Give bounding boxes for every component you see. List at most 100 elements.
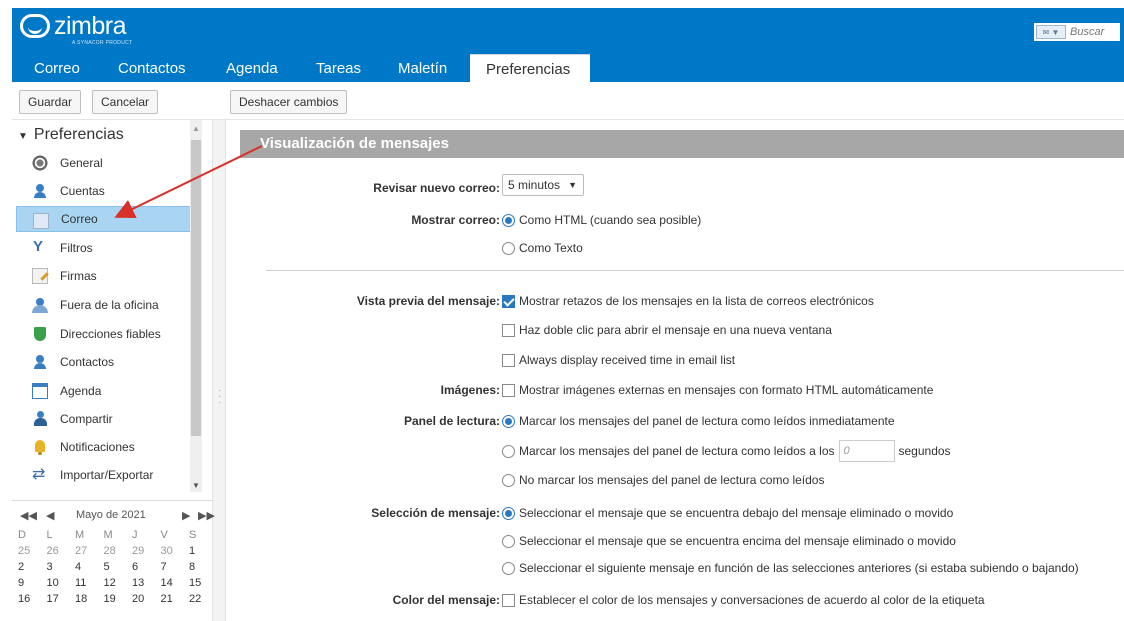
scroll-down-icon[interactable]: ▼ [192, 481, 200, 490]
tab-contactos[interactable]: Contactos [110, 54, 194, 82]
radio-button[interactable] [502, 473, 515, 487]
calendar-day[interactable]: 18 [75, 593, 104, 609]
sidebar-item-correo[interactable]: Correo [16, 206, 202, 232]
radio-mark-after-seconds[interactable]: Marcar los mensajes del panel de lectura… [502, 440, 951, 462]
calendar-day[interactable]: 8 [189, 561, 218, 577]
calendar-day[interactable]: 27 [75, 545, 104, 561]
sidebar-item-contactos[interactable]: Contactos [16, 349, 202, 375]
calendar-month-label[interactable]: Mayo de 2021 [76, 509, 146, 521]
search-input[interactable] [1070, 26, 1120, 38]
option-label: Seleccionar el mensaje que se encuentra … [519, 506, 954, 520]
calendar-day[interactable]: 6 [132, 561, 161, 577]
tab-preferencias[interactable]: Preferencias [470, 54, 590, 82]
sidebar-item-notificaciones[interactable]: Notificaciones [16, 434, 202, 460]
splitter-grip[interactable]: · · · [218, 386, 221, 408]
seconds-input[interactable]: 0 [838, 440, 895, 462]
calendar-day[interactable]: 17 [47, 593, 76, 609]
checkbox[interactable] [502, 323, 515, 337]
next-year-button[interactable]: ▶▶ [198, 509, 215, 522]
sidebar-item-importar-exportar[interactable]: Importar/Exportar [16, 462, 202, 488]
calendar-day[interactable]: 3 [47, 561, 76, 577]
calendar-day[interactable]: 25 [18, 545, 47, 561]
sidebar-item-general[interactable]: General [16, 150, 202, 176]
tab-agenda[interactable]: Agenda [218, 54, 286, 82]
prev-year-button[interactable]: ◀◀ [20, 509, 37, 522]
checkbox-snippets[interactable]: Mostrar retazos de los mensajes en la li… [502, 294, 874, 308]
calendar-day[interactable]: 4 [75, 561, 104, 577]
sidebar-title[interactable]: ▼ Preferencias [18, 126, 124, 144]
cancel-button[interactable]: Cancelar [92, 90, 159, 114]
radio-html[interactable]: Como HTML (cuando sea posible) [502, 213, 701, 227]
prev-month-button[interactable]: ◀ [46, 509, 54, 522]
checkbox-tag-color[interactable]: Establecer el color de los mensajes y co… [502, 593, 985, 607]
radio-text[interactable]: Como Texto [502, 241, 583, 255]
calendar-day[interactable]: 26 [47, 545, 76, 561]
sidebar-scrollbar[interactable]: ▲ ▼ [190, 120, 202, 492]
radio-select-above[interactable]: Seleccionar el mensaje que se encuentra … [502, 534, 956, 548]
checkbox[interactable] [502, 383, 515, 397]
calendar-day[interactable]: 14 [161, 577, 190, 593]
radio-button[interactable] [502, 534, 515, 548]
checkbox[interactable] [502, 294, 515, 308]
calendar-day[interactable]: 5 [104, 561, 133, 577]
radio-select-adaptive[interactable]: Seleccionar el siguiente mensaje en func… [502, 561, 1079, 575]
calendar-day[interactable]: 22 [189, 593, 218, 609]
radio-button[interactable] [502, 241, 515, 255]
collapse-triangle-icon[interactable]: ▼ [18, 131, 28, 142]
tab-maletin[interactable]: Maletín [390, 54, 455, 82]
radio-button[interactable] [502, 414, 515, 428]
calendar-day[interactable]: 29 [132, 545, 161, 561]
calendar-day[interactable]: 30 [161, 545, 190, 561]
scrollbar-thumb[interactable] [191, 140, 201, 436]
sidebar-item-direcciones-fiables[interactable]: Direcciones fiables [16, 321, 202, 347]
radio-button[interactable] [502, 444, 515, 458]
checkbox[interactable] [502, 593, 515, 607]
calendar-day[interactable]: 13 [132, 577, 161, 593]
sidebar-item-filtros[interactable]: Filtros [16, 235, 202, 261]
radio-button[interactable] [502, 506, 515, 520]
radio-no-mark[interactable]: No marcar los mensajes del panel de lect… [502, 473, 824, 487]
sidebar-item-fuera-de-la-oficina[interactable]: Fuera de la oficina [16, 292, 202, 318]
tab-tareas[interactable]: Tareas [308, 54, 369, 82]
calendar-day[interactable]: 10 [47, 577, 76, 593]
tab-correo[interactable]: Correo [26, 54, 88, 82]
zimbra-logo[interactable]: zimbra [20, 12, 127, 40]
calendar-day[interactable]: 12 [104, 577, 133, 593]
sidebar-item-compartir[interactable]: Compartir [16, 406, 202, 432]
sidebar-item-label: Direcciones fiables [60, 327, 161, 341]
next-month-button[interactable]: ▶ [182, 509, 190, 522]
calendar-day[interactable]: 21 [161, 593, 190, 609]
calendar-day[interactable]: 20 [132, 593, 161, 609]
calendar-day[interactable]: 2 [18, 561, 47, 577]
radio-button[interactable] [502, 213, 515, 227]
save-button[interactable]: Guardar [19, 90, 82, 114]
calendar-day[interactable]: 7 [161, 561, 190, 577]
calendar-day[interactable]: 11 [75, 577, 104, 593]
day-of-week: V [160, 529, 168, 541]
sidebar-item-label: Importar/Exportar [60, 468, 154, 482]
calendar-day[interactable]: 19 [104, 593, 133, 609]
calendar-day[interactable]: 15 [189, 577, 218, 593]
option-suffix: segundos [898, 444, 951, 458]
calendar-day[interactable]: 16 [18, 593, 47, 609]
reading-pane-label: Panel de lectura: [403, 414, 500, 428]
radio-select-below[interactable]: Seleccionar el mensaje que se encuentra … [502, 506, 953, 520]
calendar-day[interactable]: 28 [104, 545, 133, 561]
checkbox-external-images[interactable]: Mostrar imágenes externas en mensajes co… [502, 383, 933, 397]
scroll-up-icon[interactable]: ▲ [192, 124, 200, 133]
checkbox-received-time[interactable]: Always display received time in email li… [502, 353, 735, 367]
option-label: No marcar los mensajes del panel de lect… [519, 473, 825, 487]
sidebar-item-cuentas[interactable]: Cuentas [16, 178, 202, 204]
checkbox-double-click[interactable]: Haz doble clic para abrir el mensaje en … [502, 323, 832, 337]
undo-changes-button[interactable]: Deshacer cambios [230, 90, 348, 114]
checkbox[interactable] [502, 353, 515, 367]
calendar-day[interactable]: 1 [189, 545, 218, 561]
radio-button[interactable] [502, 561, 515, 575]
check-new-mail-select[interactable]: 5 minutos ▼ [502, 174, 584, 196]
search-scope-dropdown[interactable]: ✉ ▼ [1036, 25, 1066, 39]
radio-mark-immediately[interactable]: Marcar los mensajes del panel de lectura… [502, 414, 895, 428]
logo-text: zimbra [54, 12, 127, 40]
sidebar-item-firmas[interactable]: Firmas [16, 263, 202, 289]
sidebar-item-agenda[interactable]: Agenda [16, 378, 202, 404]
calendar-day[interactable]: 9 [18, 577, 47, 593]
